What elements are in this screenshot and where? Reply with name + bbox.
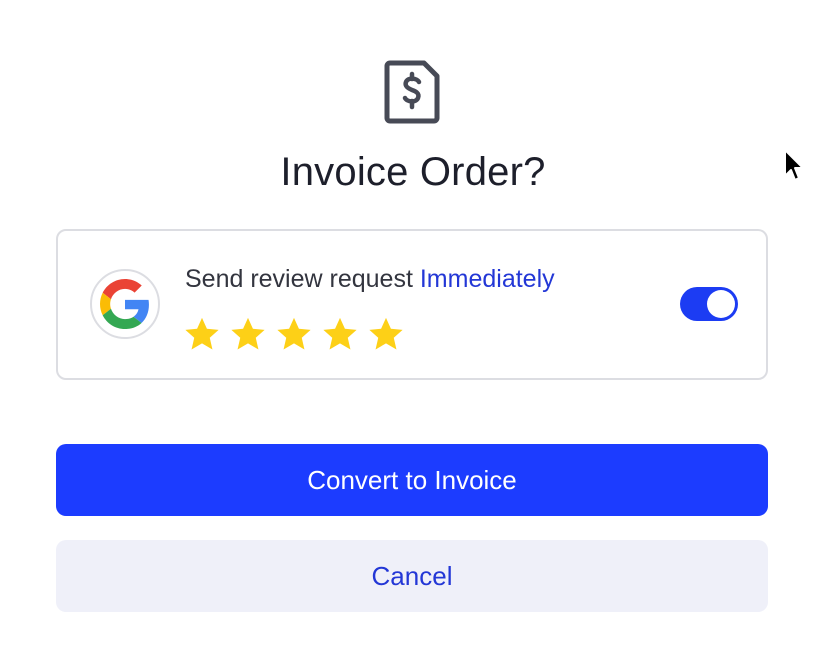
invoice-dollar-icon (384, 60, 440, 124)
star-icon (231, 317, 265, 350)
review-request-toggle[interactable] (680, 287, 738, 321)
google-logo-icon (90, 269, 160, 339)
dialog-title: Invoice Order? (280, 150, 546, 194)
review-request-card: Send review request Immediately (56, 229, 768, 380)
review-request-label: Send review request (185, 265, 420, 293)
star-rating (183, 315, 405, 353)
convert-to-invoice-button[interactable]: Convert to Invoice (56, 444, 768, 516)
mouse-pointer-icon (784, 149, 804, 181)
star-icon (323, 317, 357, 350)
toggle-knob (707, 290, 735, 318)
star-icon (277, 317, 311, 350)
cancel-button[interactable]: Cancel (56, 540, 768, 612)
invoice-order-dialog: Invoice Order? Send review request Immed… (0, 0, 826, 670)
star-icon (185, 317, 219, 350)
review-request-text: Send review request Immediately (185, 265, 555, 294)
star-icon (369, 317, 403, 350)
review-timing-link[interactable]: Immediately (420, 265, 555, 293)
